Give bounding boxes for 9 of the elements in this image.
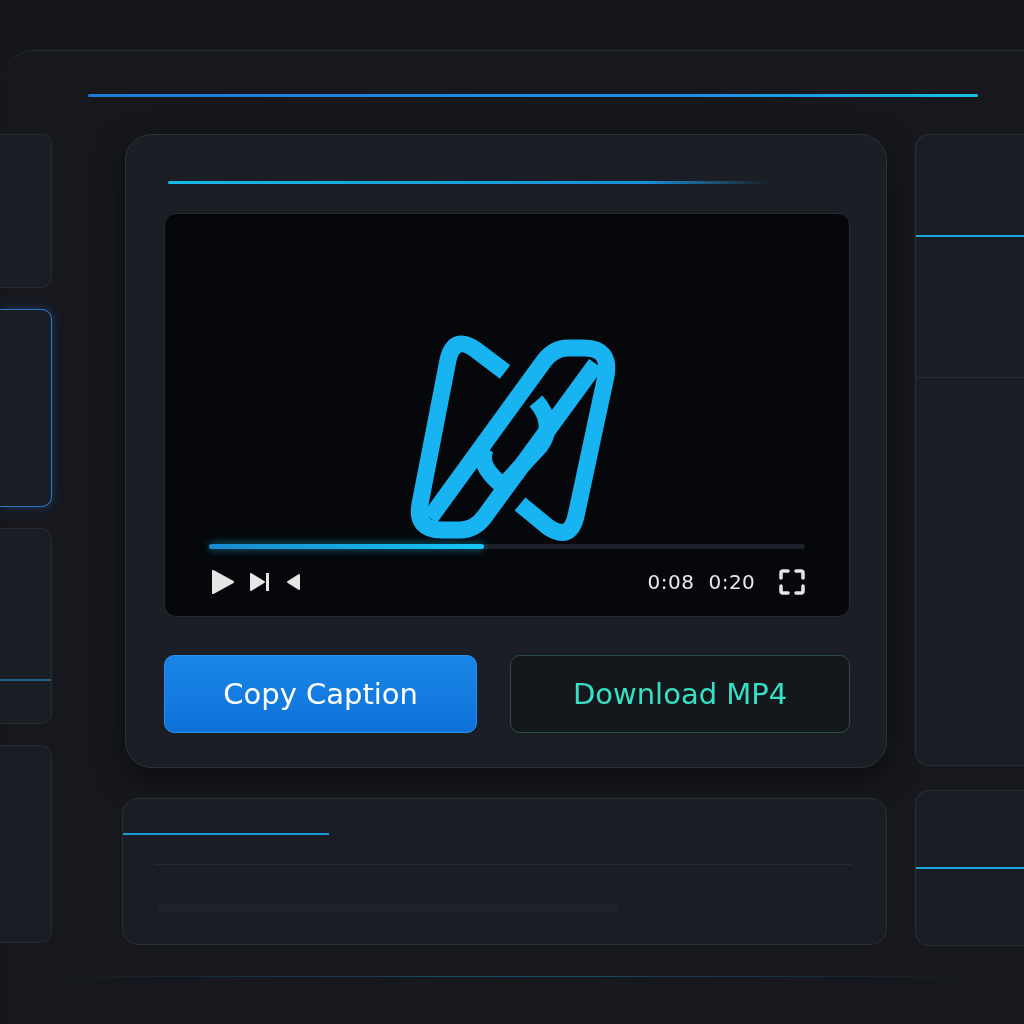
skip-forward-button[interactable] bbox=[249, 572, 272, 592]
download-button[interactable]: Download MP4 bbox=[509, 655, 851, 733]
copy-button[interactable]: Copy Caption bbox=[164, 655, 477, 733]
play-button[interactable] bbox=[209, 569, 236, 595]
fullscreen-button[interactable] bbox=[779, 569, 806, 595]
total-time: 0:20 bbox=[708, 570, 756, 594]
elapsed-time: 0:08 bbox=[647, 570, 695, 594]
progress-bar[interactable] bbox=[209, 544, 806, 549]
back-button[interactable] bbox=[285, 573, 302, 591]
